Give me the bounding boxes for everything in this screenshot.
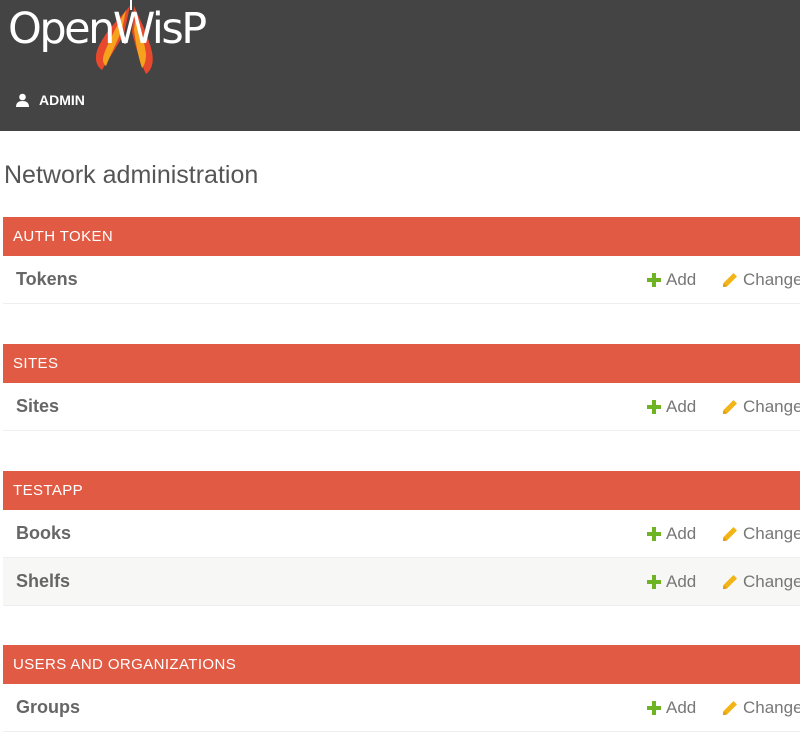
model-row-sites: Sites Add Change	[3, 383, 800, 431]
module-sites: SITES Sites Add Change	[3, 344, 800, 431]
pencil-icon	[723, 272, 737, 287]
model-link-books[interactable]: Books	[16, 510, 71, 557]
module-auth-token: AUTH TOKEN Tokens Add Change	[3, 217, 800, 304]
change-label: Change	[743, 571, 800, 591]
user-menu-admin[interactable]: ADMIN	[16, 90, 85, 110]
module-testapp: TESTAPP Books Add Change Shelfs Add Chan…	[3, 471, 800, 606]
model-row-tokens: Tokens Add Change	[3, 256, 800, 304]
change-tokens-link[interactable]: Change	[722, 256, 800, 303]
add-groups-link[interactable]: Add	[647, 684, 696, 731]
module-caption[interactable]: AUTH TOKEN	[3, 217, 800, 256]
plus-icon	[647, 526, 661, 541]
plus-icon	[647, 272, 661, 287]
add-sites-link[interactable]: Add	[647, 383, 696, 430]
pencil-icon	[723, 526, 737, 541]
change-books-link[interactable]: Change	[722, 510, 800, 557]
add-label: Add	[666, 571, 697, 591]
openwisp-logo[interactable]: OpenWisP	[8, 0, 207, 80]
site-header: OpenWisP ADMIN	[0, 0, 800, 131]
plus-icon	[647, 399, 661, 414]
model-link-shelfs[interactable]: Shelfs	[16, 558, 70, 605]
plus-icon	[647, 574, 661, 589]
change-label: Change	[743, 396, 800, 416]
model-link-tokens[interactable]: Tokens	[16, 256, 78, 303]
module-caption[interactable]: USERS AND ORGANIZATIONS	[3, 645, 800, 684]
model-row-books: Books Add Change	[3, 510, 800, 558]
change-groups-link[interactable]: Change	[722, 684, 800, 731]
add-label: Add	[666, 697, 697, 717]
module-users-and-organizations: USERS AND ORGANIZATIONS Groups Add Chang…	[3, 645, 800, 732]
module-caption[interactable]: SITES	[3, 344, 800, 383]
pencil-icon	[723, 700, 737, 715]
user-icon	[16, 93, 29, 107]
pencil-icon	[723, 574, 737, 589]
change-shelfs-link[interactable]: Change	[722, 558, 800, 605]
add-label: Add	[666, 269, 697, 289]
model-row-groups: Groups Add Change	[3, 684, 800, 732]
add-tokens-link[interactable]: Add	[647, 256, 696, 303]
change-label: Change	[743, 269, 800, 289]
user-label: ADMIN	[39, 92, 85, 108]
logo-wordmark: OpenWisP	[8, 4, 207, 54]
plus-icon	[647, 700, 661, 715]
add-books-link[interactable]: Add	[647, 510, 696, 557]
add-shelfs-link[interactable]: Add	[647, 558, 696, 605]
add-label: Add	[666, 523, 697, 543]
change-label: Change	[743, 697, 800, 717]
model-link-groups[interactable]: Groups	[16, 684, 80, 731]
change-sites-link[interactable]: Change	[722, 383, 800, 430]
change-label: Change	[743, 523, 800, 543]
model-row-shelfs: Shelfs Add Change	[3, 558, 800, 606]
page-title: Network administration	[4, 161, 259, 189]
add-label: Add	[666, 396, 697, 416]
model-link-sites[interactable]: Sites	[16, 383, 59, 430]
pencil-icon	[723, 399, 737, 414]
module-caption[interactable]: TESTAPP	[3, 471, 800, 510]
